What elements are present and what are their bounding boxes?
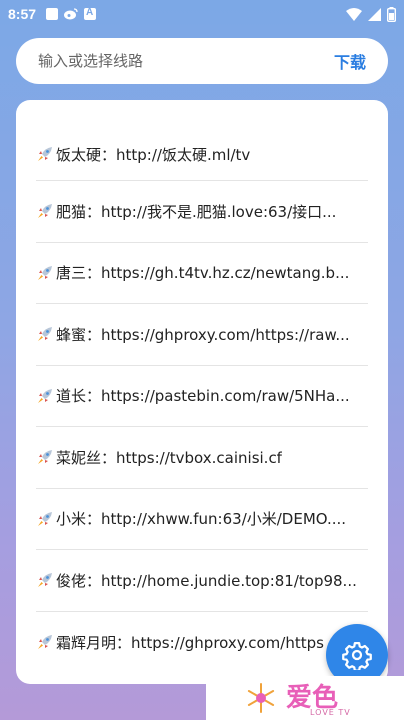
route-item[interactable]: 肥猫：http://我不是.肥猫.love:63/接口... [36, 181, 368, 243]
route-label: 饭太硬：http://饭太硬.ml/tv [56, 145, 251, 164]
route-label: 蜂蜜：https://ghproxy.com/https://raw... [56, 325, 350, 344]
route-label: 唐三：https://gh.t4tv.hz.cz/newtang.b... [56, 264, 350, 283]
signal-icon [368, 7, 381, 21]
gear-icon [342, 642, 372, 670]
download-button[interactable]: 下载 [334, 49, 366, 73]
route-item[interactable]: 霜辉月明：https://ghproxy.com/https [36, 612, 368, 674]
rocket-icon [38, 573, 52, 588]
a-icon [84, 7, 97, 20]
weibo-icon [64, 8, 78, 20]
search-bar: 下载 [16, 38, 388, 84]
rocket-icon [38, 450, 52, 465]
route-label: 菜妮丝：https://tvbox.cainisi.cf [56, 448, 282, 467]
route-label: 霜辉月明：https://ghproxy.com/https [56, 633, 324, 652]
route-item[interactable]: 俊佬：http://home.jundie.top:81/top98... [36, 550, 368, 612]
battery-icon [387, 6, 396, 22]
status-bar: 8:57 [0, 0, 404, 28]
route-label: 道长：https://pastebin.com/raw/5NHa... [56, 387, 350, 406]
route-label: 肥猫：http://我不是.肥猫.love:63/接口... [56, 202, 337, 221]
rocket-icon [38, 204, 52, 219]
status-time: 8:57 [8, 6, 37, 22]
route-item[interactable]: 唐三：https://gh.t4tv.hz.cz/newtang.b... [36, 243, 368, 304]
snowflake-logo-icon [247, 683, 275, 713]
rocket-icon [38, 147, 52, 161]
image-icon [46, 8, 59, 20]
route-item[interactable]: 蜂蜜：https://ghproxy.com/https://raw... [36, 304, 368, 366]
route-list: 饭太硬：http://饭太硬.ml/tv 肥猫：http://我不是.肥猫.lo… [16, 100, 388, 684]
watermark-sub: LOVE TV [310, 708, 351, 717]
route-label: 俊佬：http://home.jundie.top:81/top98... [56, 571, 357, 590]
wifi-icon [346, 7, 362, 21]
notification-icons [46, 7, 97, 20]
route-item[interactable]: 饭太硬：http://饭太硬.ml/tv [36, 128, 368, 181]
route-item[interactable]: 菜妮丝：https://tvbox.cainisi.cf [36, 427, 368, 489]
route-input[interactable] [38, 52, 334, 70]
watermark: 爱色 LOVE TV [206, 676, 404, 720]
route-label: 小米：http://xhww.fun:63/小米/DEMO.... [56, 510, 347, 529]
route-item[interactable]: 道长：https://pastebin.com/raw/5NHa... [36, 366, 368, 427]
system-icons [346, 6, 396, 22]
rocket-icon [38, 511, 52, 526]
rocket-icon [38, 327, 52, 342]
rocket-icon [38, 265, 52, 280]
rocket-icon [38, 635, 52, 650]
route-item[interactable]: 小米：http://xhww.fun:63/小米/DEMO.... [36, 489, 368, 550]
rocket-icon [38, 388, 52, 403]
